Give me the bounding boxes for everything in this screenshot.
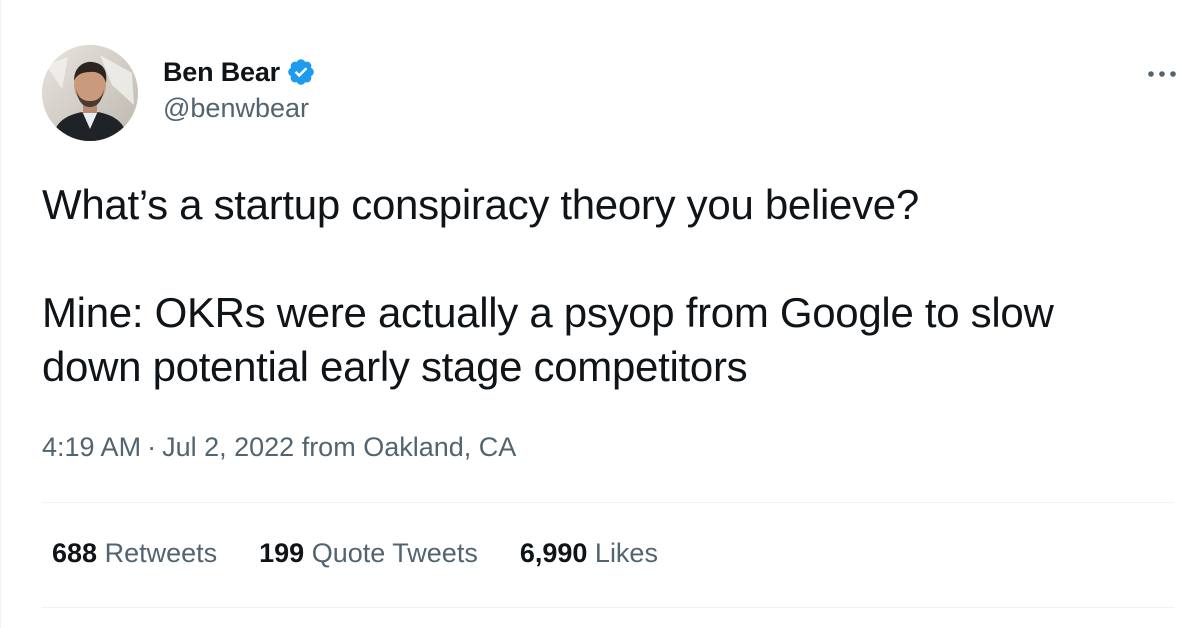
user-block: Ben Bear @benwbear: [163, 55, 316, 124]
display-name[interactable]: Ben Bear: [163, 57, 280, 88]
tweet-date[interactable]: Jul 2, 2022: [162, 432, 294, 462]
retweets-count: 688: [52, 538, 98, 568]
tweet-stats: 688 Retweets 199 Quote Tweets 6,990 Like…: [52, 538, 700, 569]
likes-label: Likes: [594, 538, 658, 568]
divider-top: [42, 502, 1174, 503]
tweet-time[interactable]: 4:19 AM: [42, 432, 141, 462]
user-handle[interactable]: @benwbear: [163, 93, 316, 124]
retweets-label: Retweets: [104, 538, 218, 568]
tweet-line-answer: Mine: OKRs were actually a psyop from Go…: [42, 289, 1054, 390]
likes-stat[interactable]: 6,990 Likes: [520, 538, 658, 569]
more-horizontal-icon: [1147, 65, 1177, 83]
tweet-text: What’s a startup conspiracy theory you b…: [42, 178, 1162, 394]
verified-badge-icon: [286, 57, 316, 87]
tweet-header: Ben Bear @benwbear: [42, 45, 1182, 143]
quote-tweets-count: 199: [259, 538, 305, 568]
quote-tweets-stat[interactable]: 199 Quote Tweets: [259, 538, 478, 569]
divider-bottom: [42, 607, 1174, 608]
tweet-location: from Oakland, CA: [301, 432, 517, 462]
tweet-meta: 4:19 AM · Jul 2, 2022 from Oakland, CA: [42, 432, 516, 463]
quote-tweets-label: Quote Tweets: [311, 538, 478, 568]
likes-count: 6,990: [519, 538, 588, 568]
name-row: Ben Bear: [163, 55, 316, 89]
left-edge-border: [0, 0, 1, 628]
avatar[interactable]: [42, 45, 138, 141]
tweet-line-question: What’s a startup conspiracy theory you b…: [42, 181, 919, 228]
meta-separator: ·: [147, 432, 157, 462]
more-options-button[interactable]: [1142, 59, 1182, 89]
retweets-stat[interactable]: 688 Retweets: [52, 538, 217, 569]
